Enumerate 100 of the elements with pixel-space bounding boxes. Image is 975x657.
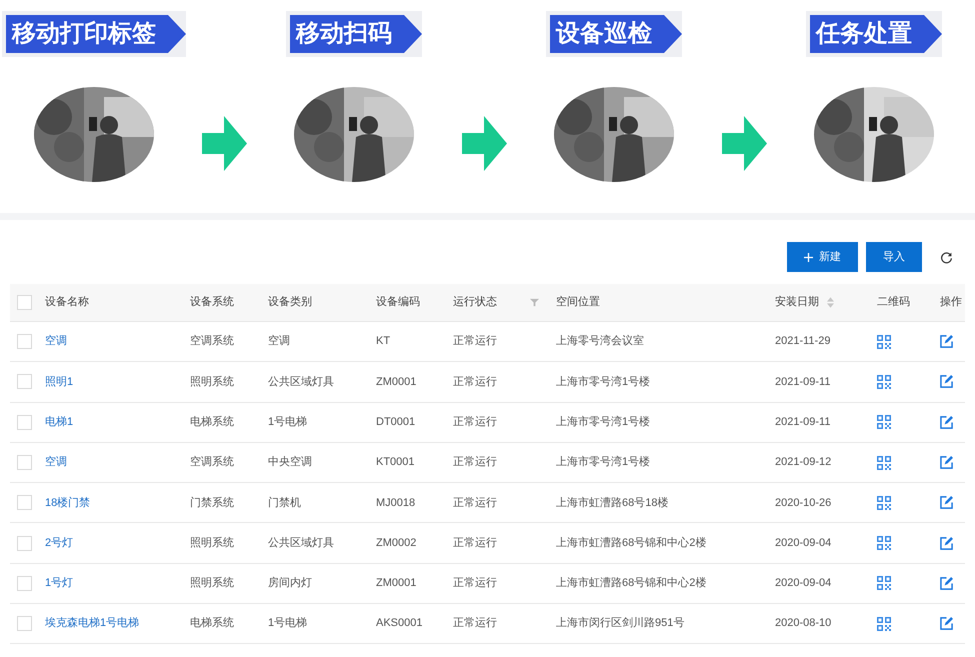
table-cell-text: 上海市零号湾1号楼: [556, 454, 652, 470]
qr-code-icon[interactable]: [877, 496, 891, 510]
filter-icon[interactable]: [530, 298, 539, 307]
import-button[interactable]: 导入: [866, 242, 922, 272]
table-cell-text: 正常运行: [453, 334, 498, 350]
table-cell-text: DT0001: [376, 414, 416, 430]
edit-icon[interactable]: [940, 617, 953, 630]
device-name-link[interactable]: 电梯1: [45, 414, 190, 430]
edit-icon[interactable]: [940, 456, 953, 470]
table-cell-text: ZM0002: [376, 536, 418, 551]
table-cell-text: 正常运行: [453, 536, 498, 551]
table-cell-text: 上海市虹漕路68号18楼: [556, 496, 670, 511]
table-cell-text: 空调系统: [190, 454, 235, 470]
table-cell-text: 照明系统: [190, 576, 235, 592]
table-cell-text: 门禁系统: [190, 496, 235, 511]
table-cell-text: 正常运行: [453, 576, 498, 592]
table-cell-text: 空调: [268, 334, 291, 350]
row-checkbox[interactable]: [17, 495, 32, 510]
qr-code-icon[interactable]: [877, 456, 891, 470]
edit-icon[interactable]: [940, 335, 953, 348]
table-cell-text: KT: [376, 334, 392, 350]
table-cell-text: KT0001: [376, 455, 416, 470]
table-cell-text: 2021-09-11: [775, 414, 832, 430]
qr-code-icon[interactable]: [877, 576, 891, 590]
table-cell-text: 2020-09-04: [775, 576, 832, 592]
table-cell-text: 正常运行: [453, 374, 498, 390]
table-cell-text: 2020-10-26: [775, 496, 832, 511]
table-cell-text: 2021-09-11: [775, 374, 832, 390]
table-cell-text: 2020-09-04: [775, 536, 832, 551]
table-cell-text: 正常运行: [453, 414, 498, 430]
edit-icon[interactable]: [940, 536, 953, 550]
device-name-link[interactable]: 2号灯: [45, 534, 190, 552]
table-cell-text: 电梯系统: [190, 616, 235, 632]
column-header: 操作: [940, 295, 963, 310]
edit-icon[interactable]: [940, 576, 953, 590]
row-checkbox[interactable]: [17, 374, 32, 390]
table-cell-text: 2021-09-12: [775, 455, 832, 470]
table-cell-text: 2020-08-10: [775, 616, 832, 632]
column-header: 运行状态: [453, 294, 498, 310]
arrow-right-icon: [202, 116, 246, 171]
table-cell-text: 1号电梯: [268, 414, 308, 430]
device-name-link[interactable]: 18楼门禁: [45, 494, 190, 512]
qr-code-icon[interactable]: [877, 616, 891, 631]
arrow-right-icon: [462, 116, 506, 171]
refresh-icon[interactable]: [940, 250, 953, 264]
edit-icon[interactable]: [940, 496, 953, 510]
table-cell-text: 照明系统: [190, 374, 235, 390]
table-cell-text: 正常运行: [453, 455, 498, 470]
qr-code-icon[interactable]: [877, 415, 891, 430]
column-header: 设备类别: [268, 295, 313, 310]
table-cell-text: 空调系统: [190, 334, 235, 350]
edit-icon[interactable]: [940, 375, 953, 388]
table-cell-text: 门禁机: [268, 496, 302, 511]
table-cell-text: 电梯系统: [190, 414, 235, 430]
table-cell-text: 公共区域灯具: [268, 374, 335, 390]
column-header: 设备系统: [190, 294, 235, 310]
table-cell-text: 上海市零号湾1号楼: [556, 374, 652, 390]
table-cell-text: 照明系统: [190, 536, 235, 551]
table-cell-text: 正常运行: [453, 616, 498, 632]
table-cell-text: AKS0001: [376, 616, 424, 632]
column-header: 空间位置: [556, 294, 601, 310]
row-checkbox[interactable]: [17, 616, 32, 632]
device-name-link[interactable]: 埃克森电梯1号电梯: [45, 615, 190, 632]
device-name-link[interactable]: 空调: [45, 333, 190, 350]
table-cell-text: 上海零号湾会议室: [556, 334, 645, 350]
row-checkbox[interactable]: [17, 455, 32, 470]
row-checkbox[interactable]: [17, 536, 32, 551]
qr-code-icon[interactable]: [877, 334, 891, 349]
plus-icon: [804, 252, 813, 262]
device-name-link[interactable]: 1号灯: [45, 575, 190, 592]
column-header: 安装日期: [775, 294, 819, 310]
table-cell-text: ZM0001: [376, 576, 418, 592]
table-cell-text: 上海市虹漕路68号锦和中心2楼: [556, 576, 708, 592]
table-cell-text: 上海市零号湾1号楼: [556, 414, 652, 430]
table-cell-text: 上海市闵行区剑川路951号: [556, 616, 686, 632]
row-checkbox[interactable]: [17, 576, 32, 591]
table-cell-text: 公共区域灯具: [268, 536, 335, 551]
select-all-checkbox[interactable]: [17, 295, 32, 310]
device-name-link[interactable]: 空调: [45, 454, 190, 471]
step-title: 移动打印标签: [12, 19, 156, 49]
column-header: 设备编码: [376, 295, 421, 310]
edit-icon[interactable]: [940, 416, 953, 429]
table-cell-text: 正常运行: [453, 496, 498, 511]
table-cell-text: 1号电梯: [268, 616, 308, 632]
table-cell-text: 2021-11-29: [775, 334, 832, 350]
new-button[interactable]: 新建: [787, 242, 858, 272]
table-cell-text: 上海市虹漕路68号锦和中心2楼: [556, 536, 708, 551]
step-title: 任务处置: [816, 19, 912, 49]
qr-code-icon[interactable]: [877, 374, 891, 389]
table-cell-text: ZM0001: [376, 374, 418, 390]
table-cell-text: 房间内灯: [268, 576, 313, 592]
row-checkbox[interactable]: [17, 334, 32, 350]
column-header: 二维码: [877, 294, 911, 310]
qr-code-icon[interactable]: [877, 536, 891, 550]
step-title: 移动扫码: [296, 19, 392, 49]
table-cell-text: 中央空调: [268, 454, 313, 470]
row-checkbox[interactable]: [17, 414, 32, 430]
step-title: 设备巡检: [556, 19, 652, 49]
arrow-right-icon: [722, 116, 766, 171]
device-name-link[interactable]: 照明1: [45, 374, 190, 390]
